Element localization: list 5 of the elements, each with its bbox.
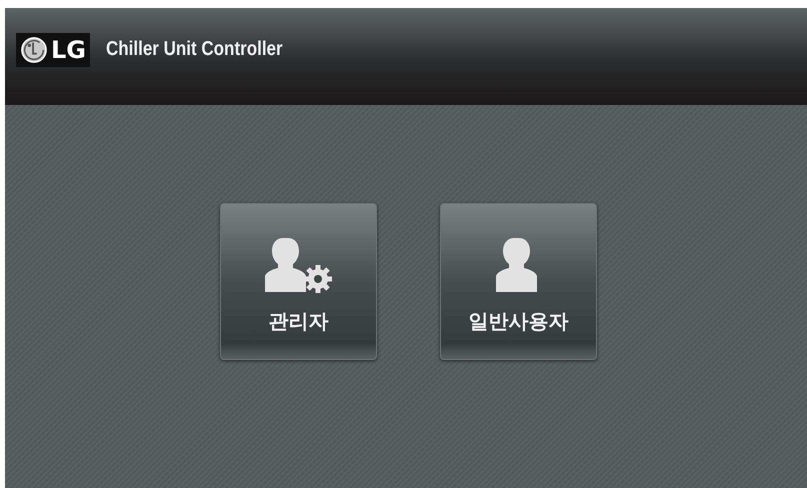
login-button[interactable]: 일반사용자 — [440, 203, 597, 360]
logo-icon — [20, 36, 48, 64]
login-button[interactable]: 관리자 — [220, 203, 377, 360]
app-title: Chiller Unit Controller — [106, 38, 283, 61]
logo-text: LG — [51, 36, 86, 64]
